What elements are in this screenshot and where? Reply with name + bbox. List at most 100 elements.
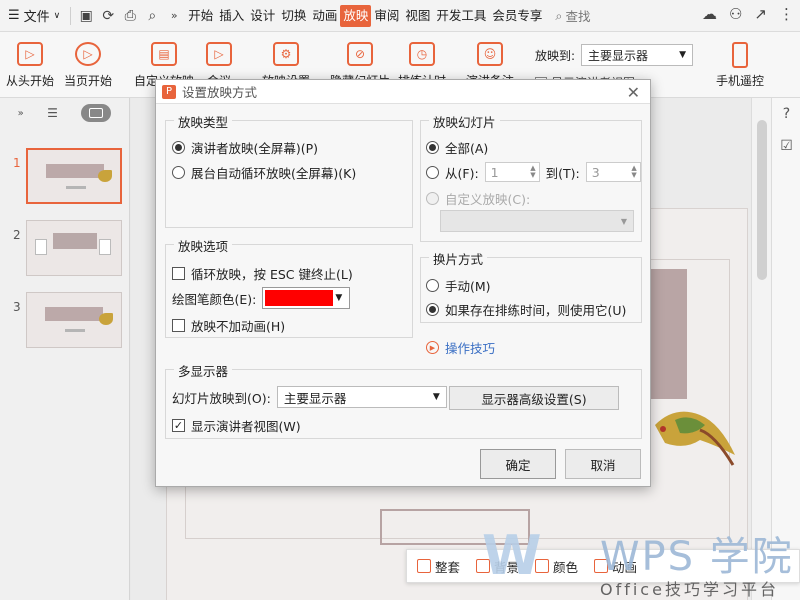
no-animation-option[interactable]: 放映不加动画(H) — [172, 316, 285, 335]
from-start-label: 从头开始 — [6, 74, 55, 88]
slide-title-band — [46, 164, 104, 178]
display-advanced-settings-button[interactable]: 显示器高级设置(S) — [449, 386, 619, 410]
custom-show-icon: ▤ — [151, 42, 177, 66]
show-on-value: 主要显示器 — [283, 390, 347, 406]
play-from-start-icon: ▷ — [17, 42, 43, 66]
slide-range-radio[interactable] — [426, 165, 439, 179]
share-icon[interactable]: ↗ — [754, 5, 767, 23]
from-slide-stepper[interactable]: 1 ▲ ▼ — [484, 162, 540, 182]
all-slides-radio[interactable] — [426, 141, 439, 154]
presenter-view-checkbox[interactable]: ✓ — [172, 419, 185, 432]
thumbnail-view-toggle[interactable] — [81, 104, 112, 122]
settings-icon: ⚙ — [273, 42, 299, 66]
tab-animation[interactable]: 动画 — [309, 5, 340, 27]
show-on-dropdown[interactable]: 主要显示器 ▼ — [276, 386, 447, 408]
chevron-down-icon: ▼ — [335, 293, 343, 303]
chevron-down-icon: ▼ — [432, 392, 440, 402]
stepper-arrows-icon[interactable]: ▲ ▼ — [530, 165, 535, 179]
dialog-title-bar[interactable]: P 设置放映方式 ✕ — [156, 80, 650, 104]
to-slide-stepper[interactable]: 3 ▲ ▼ — [585, 162, 641, 182]
kiosk-show-option[interactable]: 展台自动循环放映(全屏幕)(K) — [172, 163, 356, 182]
pen-color-picker[interactable]: ▼ — [262, 287, 351, 309]
tab-developer[interactable]: 开发工具 — [433, 5, 489, 27]
slide-thumbnail-1[interactable] — [26, 148, 122, 204]
wps-academy-watermark: W WPS 学院 Office技巧学习平台 — [482, 522, 800, 600]
manual-advance-radio[interactable] — [426, 279, 439, 292]
custom-show-label: 自定义放映(C): — [445, 192, 531, 207]
tab-member[interactable]: 会员专享 — [489, 5, 545, 27]
all-slides-option[interactable]: 全部(A) — [426, 138, 488, 157]
collapse-panel-icon[interactable]: » — [18, 108, 24, 119]
divider — [70, 6, 72, 25]
speaker-show-radio[interactable] — [172, 141, 185, 154]
close-icon[interactable]: ✕ — [627, 83, 640, 102]
slide-thumbnail-2[interactable] — [26, 220, 122, 276]
tips-link-label: 操作技巧 — [445, 341, 496, 356]
tab-view[interactable]: 视图 — [402, 5, 433, 27]
slide-thumbnail-3[interactable] — [26, 292, 122, 348]
show-to-dropdown[interactable]: 主要显示器 ▼ — [581, 44, 694, 66]
save-icon[interactable]: ▣ — [75, 5, 97, 27]
slide-number: 3 — [13, 300, 21, 314]
from-current-button[interactable]: ▷ 当页开始 — [64, 42, 112, 89]
cancel-button[interactable]: 取消 — [565, 449, 641, 479]
cloud-sync-icon[interactable]: ☁ — [702, 5, 717, 23]
custom-show-dropdown: ▼ — [440, 210, 634, 232]
kiosk-show-radio[interactable] — [172, 166, 185, 179]
set-theme-button[interactable]: 整套 — [417, 557, 460, 576]
play-icon: ▷ — [75, 42, 101, 66]
wps-logo: W — [482, 524, 542, 587]
from-start-button[interactable]: ▷ 从头开始 — [6, 42, 54, 89]
outline-view-icon[interactable]: ☰ — [47, 106, 58, 120]
tips-link[interactable]: ▶ 操作技巧 — [426, 338, 495, 357]
tab-transition[interactable]: 切换 — [278, 5, 309, 27]
all-slides-label: 全部(A) — [445, 141, 489, 156]
search-box[interactable]: ⌕ 查找 — [555, 6, 590, 25]
print-preview-icon[interactable]: ⌕ — [141, 5, 163, 27]
from-slide-value: 1 — [490, 164, 499, 180]
scrollbar-thumb[interactable] — [757, 120, 767, 280]
wps-presentation-icon: P — [162, 84, 176, 99]
pen-color-label: 绘图笔颜色(E): — [172, 291, 257, 307]
show-to-value: 主要显示器 — [588, 48, 649, 63]
user-add-icon[interactable]: ⚇ — [729, 5, 742, 23]
tab-review[interactable]: 审阅 — [371, 5, 402, 27]
task-pane-icon[interactable]: ☑ — [772, 130, 800, 162]
setup-show-dialog: P 设置放映方式 ✕ 放映类型 演讲者放映(全屏幕)(P) 展台自动循环放映(全… — [155, 79, 651, 487]
use-timings-radio[interactable] — [426, 303, 439, 316]
file-menu-label: 文件 — [23, 10, 50, 25]
manual-advance-option[interactable]: 手动(M) — [426, 276, 491, 295]
speaker-show-option[interactable]: 演讲者放映(全屏幕)(P) — [172, 138, 318, 157]
stepper-arrows-icon[interactable]: ▲ ▼ — [631, 165, 636, 179]
from-current-label: 当页开始 — [64, 74, 113, 88]
tab-home[interactable]: 开始 — [185, 5, 216, 27]
loop-checkbox[interactable] — [172, 267, 185, 280]
presenter-view-option[interactable]: ✓ 显示演讲者视图(W) — [172, 416, 301, 435]
tab-slideshow[interactable]: 放映 — [340, 4, 372, 27]
show-type-legend: 放映类型 — [174, 112, 233, 131]
show-options-legend: 放映选项 — [174, 236, 233, 255]
format-painter-icon[interactable]: ⟳ — [97, 5, 119, 27]
help-icon[interactable]: ? — [772, 98, 800, 130]
more-options-icon[interactable]: ⋮ — [779, 5, 794, 23]
bird-image — [98, 170, 112, 182]
print-icon[interactable]: ⎙ — [119, 5, 141, 27]
more-icon[interactable]: » — [163, 5, 185, 27]
search-label: 查找 — [565, 9, 591, 24]
speaker-show-label: 演讲者放映(全屏幕)(P) — [191, 141, 319, 156]
chevron-down-icon: ▼ — [679, 50, 687, 60]
loop-option[interactable]: 循环放映，按 ESC 键终止(L) — [172, 264, 353, 283]
window-actions: ☁ ⚇ ↗ ⋮ — [702, 5, 794, 23]
ok-button[interactable]: 确定 — [480, 449, 556, 479]
file-menu[interactable]: ☰ 文件 ∨ — [0, 0, 66, 31]
no-animation-checkbox[interactable] — [172, 319, 185, 332]
multi-display-legend: 多显示器 — [174, 361, 233, 380]
use-timings-label: 如果存在排练时间，则使用它(U) — [445, 303, 627, 318]
tab-design[interactable]: 设计 — [247, 5, 278, 27]
slide-range-option[interactable]: 从(F): 1 ▲ ▼ 到(T): 3 ▲ ▼ — [426, 162, 641, 182]
phone-remote-button[interactable]: 手机遥控 — [716, 42, 764, 89]
tab-insert[interactable]: 插入 — [216, 5, 247, 27]
bird-image — [655, 411, 735, 466]
show-to-label: 放映到: — [535, 48, 576, 63]
use-timings-option[interactable]: 如果存在排练时间，则使用它(U) — [426, 300, 626, 319]
